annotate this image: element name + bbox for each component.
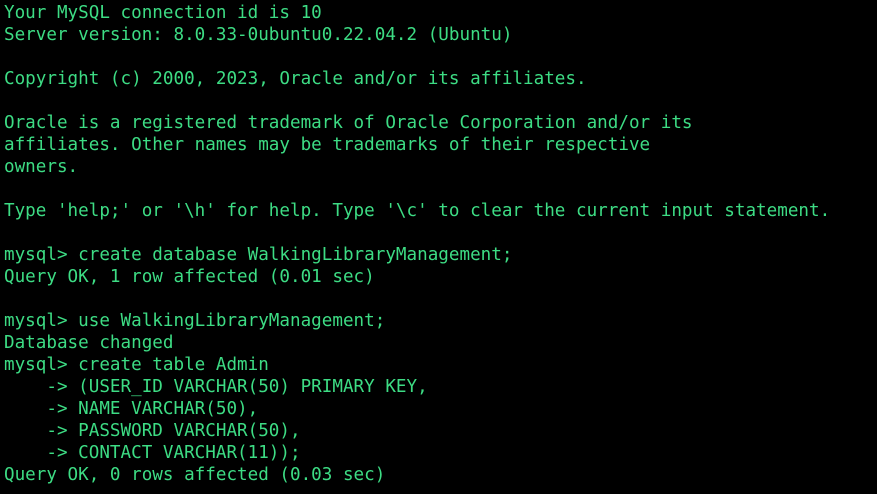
line-server-version: Server version: 8.0.33-0ubuntu0.22.04.2 … — [4, 25, 513, 45]
line-blank — [4, 288, 830, 310]
line-trademark-1: Oracle is a registered trademark of Orac… — [4, 113, 693, 133]
command-create-table: mysql> create table Admin — [4, 355, 269, 375]
terminal-window[interactable]: Your MySQL connection id is 10 Server ve… — [0, 0, 877, 494]
line-blank — [4, 90, 830, 112]
command-create-database: mysql> create database WalkingLibraryMan… — [4, 245, 513, 265]
command-continuation: -> (USER_ID VARCHAR(50) PRIMARY KEY, — [4, 377, 428, 397]
result-create-database: Query OK, 1 row affected (0.01 sec) — [4, 267, 375, 287]
line-connection-id: Your MySQL connection id is 10 — [4, 3, 322, 23]
terminal-output: Your MySQL connection id is 10 Server ve… — [4, 2, 830, 486]
line-help-hint: Type 'help;' or '\h' for help. Type '\c'… — [4, 201, 831, 221]
line-blank — [4, 222, 830, 244]
command-continuation: -> NAME VARCHAR(50), — [4, 399, 259, 419]
line-blank — [4, 178, 830, 200]
command-use-database: mysql> use WalkingLibraryManagement; — [4, 311, 386, 331]
command-continuation: -> CONTACT VARCHAR(11)); — [4, 443, 301, 463]
command-continuation: -> PASSWORD VARCHAR(50), — [4, 421, 301, 441]
line-trademark-2: affiliates. Other names may be trademark… — [4, 135, 651, 155]
line-trademark-3: owners. — [4, 157, 79, 177]
line-blank — [4, 46, 830, 68]
line-copyright: Copyright (c) 2000, 2023, Oracle and/or … — [4, 69, 587, 89]
result-create-table: Query OK, 0 rows affected (0.03 sec) — [4, 465, 386, 485]
result-use-database: Database changed — [4, 333, 174, 353]
